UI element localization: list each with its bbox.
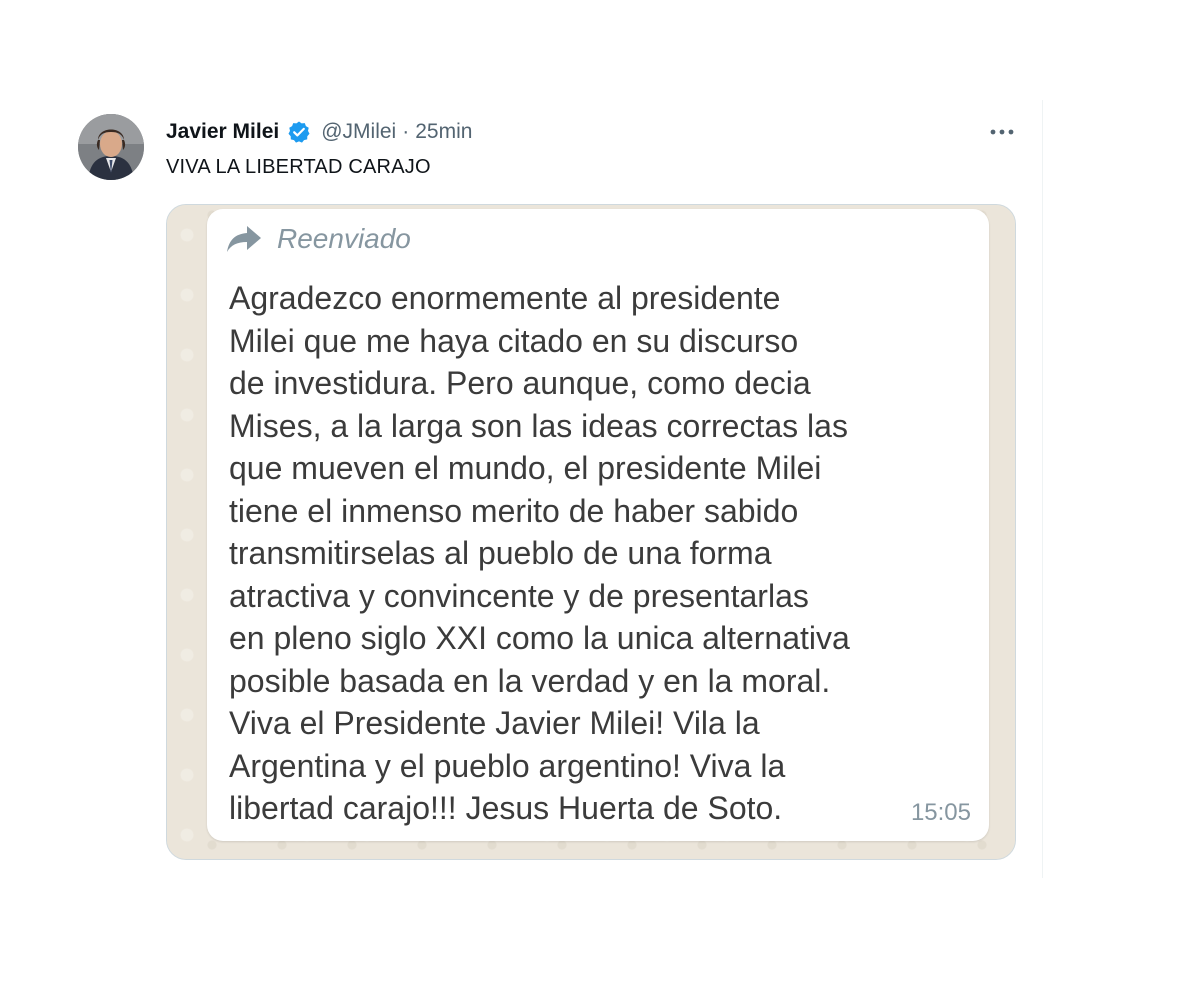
message-line: de investidura. Pero aunque, como decia [229, 365, 811, 401]
message-line: Milei que me haya citado en su discurso [229, 322, 799, 359]
message-line: transmitirselas al pueblo de una forma [229, 535, 772, 571]
tweet-header: Javier Milei @JMilei · 25min [166, 118, 472, 146]
header-separator: · [402, 120, 410, 143]
message-line: atractiva y convincente y de presentarla… [229, 577, 809, 614]
message-line: tiene el inmenso merito de haber sabido [229, 492, 799, 529]
tweet-media-image[interactable]: Reenviado Agradezco enormemente al presi… [166, 204, 1016, 860]
message-line: Viva el Presidente Javier Milei! Vila la [229, 705, 760, 741]
verified-badge-icon [287, 120, 311, 144]
forward-arrow-icon [225, 224, 263, 254]
author-name[interactable]: Javier Milei [166, 120, 279, 144]
tweet-timestamp[interactable]: 25min [415, 120, 472, 144]
message-line: que mueven el mundo, el presidente Milei [229, 450, 822, 486]
forwarded-label: Reenviado [277, 223, 411, 254]
tweet-text: VIVA LA LIBERTAD CARAJO [166, 156, 431, 178]
message-line: posible basada en la verdad y en la mora… [229, 662, 831, 699]
author-handle[interactable]: @JMilei [321, 120, 396, 144]
message-line: libertad carajo!!! Jesus Huerta de Soto. [229, 790, 783, 826]
message-line: Argentina y el pueblo argentino! Viva la [229, 747, 786, 784]
message-text: Agradezco enormemente al presidente Mile… [229, 277, 959, 830]
message-line: Agradezco enormemente al presidente [229, 280, 781, 316]
message-line: Mises, a la larga son las ideas correcta… [229, 407, 848, 444]
whatsapp-message-bubble: Reenviado Agradezco enormemente al presi… [207, 209, 989, 841]
message-line: en pleno siglo XXI como la unica alterna… [229, 620, 850, 656]
forwarded-indicator: Reenviado [225, 223, 411, 255]
column-divider [1042, 100, 1043, 878]
more-horizontal-icon [989, 123, 1015, 141]
avatar[interactable] [78, 114, 144, 180]
more-options-button[interactable] [982, 116, 1022, 148]
message-time: 15:05 [910, 799, 971, 826]
